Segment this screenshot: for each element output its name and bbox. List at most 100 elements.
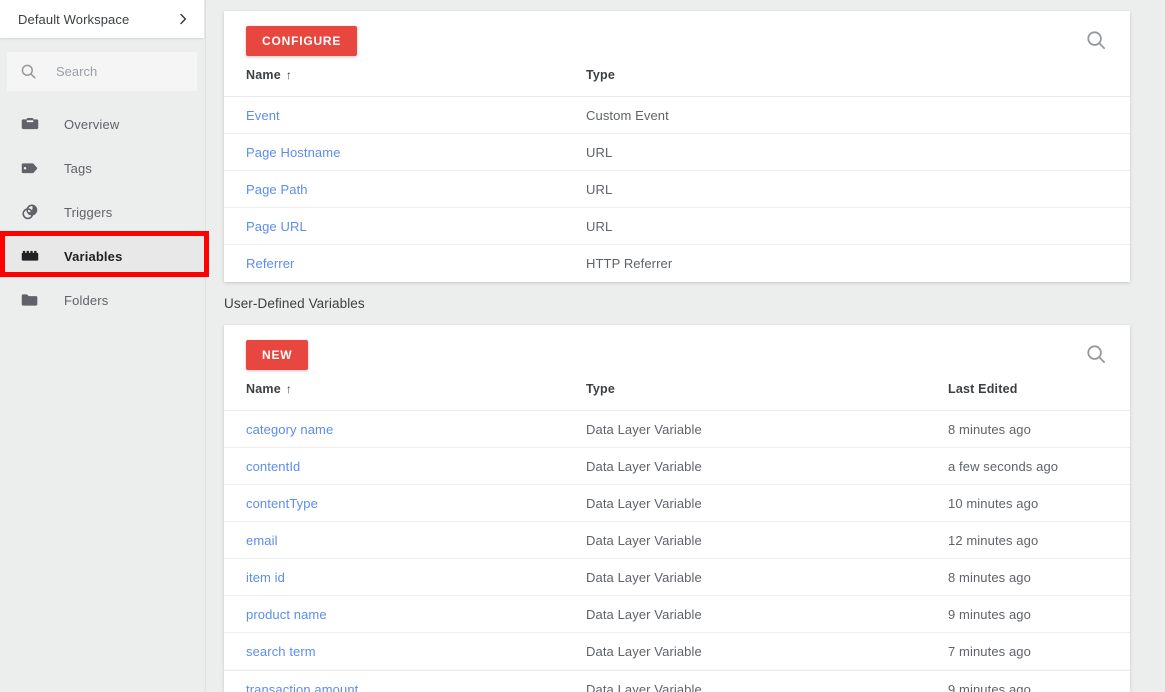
- table-row[interactable]: contentType Data Layer Variable 10 minut…: [224, 485, 1130, 522]
- partial-row-inner: transaction amount Data Layer Variable 9…: [224, 670, 1130, 692]
- variable-link[interactable]: product name: [246, 607, 327, 622]
- variable-name-cell: contentType: [224, 485, 586, 522]
- user-defined-variables-table: Name ↑ Type Last Edited category name Dat…: [224, 382, 1130, 670]
- variable-link[interactable]: category name: [246, 422, 333, 437]
- variable-link[interactable]: Page Hostname: [246, 145, 341, 160]
- variable-link[interactable]: Page Path: [246, 182, 308, 197]
- column-header-last-edited[interactable]: Last Edited: [948, 382, 1130, 411]
- column-header-name[interactable]: Name ↑: [224, 382, 586, 411]
- variable-type-cell: Data Layer Variable: [586, 559, 948, 596]
- variable-link[interactable]: transaction amount: [246, 682, 358, 692]
- builtin-toolbar: CONFIGURE: [224, 11, 1130, 68]
- variable-type-cell: Data Layer Variable: [586, 448, 948, 485]
- table-header-row: Name ↑ Type: [224, 68, 1130, 97]
- variable-type-cell: Data Layer Variable: [586, 411, 948, 448]
- sort-ascending-icon: ↑: [286, 382, 292, 396]
- sidebar: Default Workspace: [0, 0, 206, 692]
- configure-button[interactable]: CONFIGURE: [246, 26, 357, 56]
- variable-link[interactable]: Page URL: [246, 219, 307, 234]
- row-spacer-cell: [948, 97, 1130, 134]
- builtin-variables-card: CONFIGURE Name ↑ Type: [224, 11, 1130, 282]
- main-content: CONFIGURE Name ↑ Type: [206, 0, 1165, 692]
- variable-type-cell: Data Layer Variable: [586, 522, 948, 559]
- column-header-label: Name: [246, 382, 281, 396]
- triggers-circles-icon: [19, 201, 41, 223]
- variable-name-cell: email: [224, 522, 586, 559]
- variable-name-cell: product name: [224, 596, 586, 633]
- column-header-name[interactable]: Name ↑: [224, 68, 586, 97]
- user-defined-table-body: category name Data Layer Variable 8 minu…: [224, 411, 1130, 670]
- variable-type-cell: Data Layer Variable: [586, 633, 948, 670]
- variable-type-cell: URL: [586, 208, 948, 245]
- row-spacer-cell: [948, 245, 1130, 282]
- variable-type-cell: Custom Event: [586, 97, 948, 134]
- variable-link[interactable]: contentId: [246, 459, 300, 474]
- variable-last-edited-cell: 9 minutes ago: [948, 596, 1130, 633]
- variable-type-cell: URL: [586, 134, 948, 171]
- search-icon[interactable]: [1084, 28, 1108, 52]
- table-row[interactable]: Page Path URL: [224, 171, 1130, 208]
- table-row[interactable]: Event Custom Event: [224, 97, 1130, 134]
- sidebar-item-tags[interactable]: Tags: [0, 146, 206, 190]
- variable-type-cell: HTTP Referrer: [586, 245, 948, 282]
- sidebar-search[interactable]: [7, 52, 197, 91]
- variable-name-cell: Page Path: [224, 171, 586, 208]
- lego-brick-icon: [19, 245, 41, 267]
- builtin-variables-table: Name ↑ Type Event Custom Event: [224, 68, 1130, 282]
- table-row[interactable]: product name Data Layer Variable 9 minut…: [224, 596, 1130, 633]
- table-row[interactable]: category name Data Layer Variable 8 minu…: [224, 411, 1130, 448]
- variable-link[interactable]: Referrer: [246, 256, 294, 271]
- sidebar-nav: Overview Tags: [0, 102, 206, 322]
- variable-last-edited-cell: 7 minutes ago: [948, 633, 1130, 670]
- search-icon[interactable]: [1084, 342, 1108, 366]
- variable-link[interactable]: item id: [246, 570, 285, 585]
- sidebar-item-label: Tags: [64, 161, 92, 176]
- column-header-type[interactable]: Type: [586, 68, 948, 97]
- search-icon: [19, 62, 38, 81]
- column-header-type[interactable]: Type: [586, 382, 948, 411]
- variable-link[interactable]: search term: [246, 644, 316, 659]
- workspace-selector[interactable]: Default Workspace: [0, 0, 204, 38]
- column-header-label: Name: [246, 68, 281, 82]
- table-row[interactable]: Page Hostname URL: [224, 134, 1130, 171]
- user-defined-variables-card: NEW Name ↑ Type Last Edited: [224, 325, 1130, 670]
- variable-name-cell: search term: [224, 633, 586, 670]
- search-input[interactable]: [56, 64, 186, 79]
- variable-type-cell: Data Layer Variable: [586, 485, 948, 522]
- variable-last-edited-cell: 12 minutes ago: [948, 522, 1130, 559]
- variable-last-edited-cell: a few seconds ago: [948, 448, 1130, 485]
- table-row[interactable]: Referrer HTTP Referrer: [224, 245, 1130, 282]
- table-row[interactable]: email Data Layer Variable 12 minutes ago: [224, 522, 1130, 559]
- sidebar-item-folders[interactable]: Folders: [0, 278, 206, 322]
- table-row[interactable]: Page URL URL: [224, 208, 1130, 245]
- table-row[interactable]: transaction amount Data Layer Variable 9…: [224, 670, 1130, 692]
- variable-link[interactable]: contentType: [246, 496, 318, 511]
- variable-name-cell: item id: [224, 559, 586, 596]
- variable-name-cell: category name: [224, 411, 586, 448]
- variable-name-cell: contentId: [224, 448, 586, 485]
- new-variable-button[interactable]: NEW: [246, 340, 308, 370]
- overview-box-icon: [19, 113, 41, 135]
- table-row[interactable]: contentId Data Layer Variable a few seco…: [224, 448, 1130, 485]
- user-defined-toolbar: NEW: [224, 325, 1130, 382]
- user-defined-section-title: User-Defined Variables: [224, 296, 365, 311]
- sidebar-item-label: Variables: [64, 249, 122, 264]
- builtin-table-body: Event Custom Event Page Hostname URL: [224, 97, 1130, 282]
- table-row[interactable]: search term Data Layer Variable 7 minute…: [224, 633, 1130, 670]
- variable-name-cell: Event: [224, 97, 586, 134]
- variable-last-edited-cell: 9 minutes ago: [948, 682, 1031, 692]
- gtm-variables-page: Default Workspace: [0, 0, 1165, 692]
- variable-link[interactable]: Event: [246, 108, 280, 123]
- variable-type-cell: Data Layer Variable: [586, 682, 702, 692]
- variable-name-cell: Page URL: [224, 208, 586, 245]
- sidebar-item-overview[interactable]: Overview: [0, 102, 206, 146]
- variable-link[interactable]: email: [246, 533, 278, 548]
- column-header-spacer: [948, 68, 1130, 97]
- sidebar-item-triggers[interactable]: Triggers: [0, 190, 206, 234]
- sort-ascending-icon: ↑: [286, 68, 292, 82]
- table-header-row: Name ↑ Type Last Edited: [224, 382, 1130, 411]
- sidebar-item-variables[interactable]: Variables: [0, 234, 206, 278]
- row-spacer-cell: [948, 171, 1130, 208]
- sidebar-item-label: Folders: [64, 293, 108, 308]
- table-row[interactable]: item id Data Layer Variable 8 minutes ag…: [224, 559, 1130, 596]
